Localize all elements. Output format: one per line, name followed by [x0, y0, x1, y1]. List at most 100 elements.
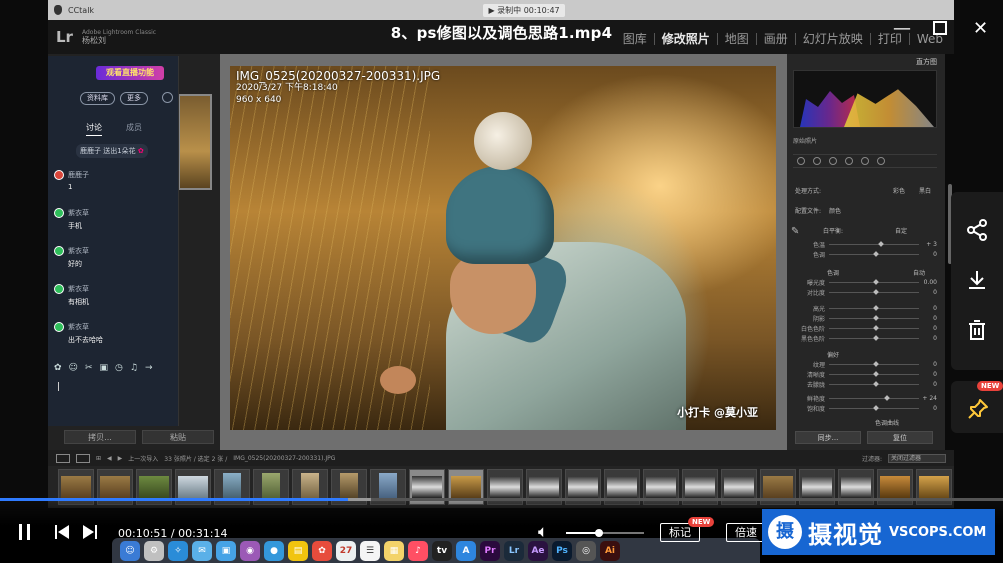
filter-select[interactable]: 关闭过滤器: [888, 453, 946, 463]
app-store-icon[interactable]: A: [456, 540, 476, 561]
slider-track[interactable]: [829, 335, 919, 341]
treatment-color[interactable]: 彩色: [893, 186, 905, 195]
lightroom-icon[interactable]: Lr: [504, 540, 524, 561]
slider-track[interactable]: [829, 289, 919, 295]
slider-value[interactable]: + 24: [919, 395, 937, 402]
slider-highlights[interactable]: 高光 0: [793, 304, 937, 313]
image-icon[interactable]: ▣: [99, 363, 108, 373]
speed-button[interactable]: 倍速: [726, 523, 766, 542]
red-eye-icon[interactable]: [845, 157, 853, 165]
slider-knob[interactable]: [873, 289, 879, 295]
tone-auto-button[interactable]: 自动: [913, 268, 925, 277]
eyedropper-icon[interactable]: ✎: [791, 226, 799, 237]
slider-knob[interactable]: [873, 251, 879, 257]
slider-track[interactable]: [829, 405, 919, 411]
close-icon[interactable]: ✕: [973, 19, 988, 39]
screen-1-icon[interactable]: [56, 453, 70, 463]
slider-temp[interactable]: 色温 + 3: [793, 240, 937, 249]
slider-knob[interactable]: [873, 405, 879, 411]
treatment-bw[interactable]: 黑白: [919, 186, 931, 195]
emoji-icon[interactable]: ☺: [69, 363, 78, 373]
slider-whites[interactable]: 白色色阶 0: [793, 324, 937, 333]
slider-vibrance[interactable]: 鲜艳度 + 24: [793, 394, 937, 403]
finder-icon[interactable]: ☺: [120, 540, 140, 561]
crop-icon[interactable]: [813, 157, 821, 165]
slider-knob[interactable]: [873, 361, 879, 367]
notes-icon[interactable]: ▤: [288, 540, 308, 561]
white-balance-value[interactable]: 自定: [895, 226, 907, 235]
illustrator-icon[interactable]: Ai: [600, 540, 620, 561]
slider-contrast[interactable]: 对比度 0: [793, 288, 937, 297]
slider-shadows[interactable]: 阴影 0: [793, 314, 937, 323]
slider-value[interactable]: 0: [919, 325, 937, 332]
slider-knob[interactable]: [873, 381, 879, 387]
slider-knob[interactable]: [873, 325, 879, 331]
premiere-icon[interactable]: Pr: [480, 540, 500, 561]
pin-icon[interactable]: [966, 397, 990, 421]
app-icon[interactable]: ◎: [576, 540, 596, 561]
slider-dehaze[interactable]: 去朦胧 0: [793, 380, 937, 389]
minimize-icon[interactable]: —: [893, 19, 911, 39]
slider-value[interactable]: 0: [919, 315, 937, 322]
slider-track[interactable]: [829, 325, 919, 331]
slider-value[interactable]: 0.00: [919, 279, 937, 286]
slider-knob[interactable]: [873, 279, 879, 285]
slider-track[interactable]: [829, 241, 919, 247]
tv-icon[interactable]: tv: [432, 540, 452, 561]
radial-icon[interactable]: [877, 157, 885, 165]
grid-view-icon[interactable]: ⊞: [96, 455, 101, 462]
slider-track[interactable]: [829, 371, 919, 377]
back-icon[interactable]: ◀: [107, 455, 112, 462]
grid-icon[interactable]: [797, 157, 805, 165]
photos-icon[interactable]: ✿: [312, 540, 332, 561]
slider-value[interactable]: 0: [919, 381, 937, 388]
tab-discuss[interactable]: 讨论: [86, 122, 102, 136]
slider-track[interactable]: [829, 251, 919, 257]
filmstrip-source[interactable]: 上一次导入: [128, 454, 158, 463]
slider-track[interactable]: [829, 361, 919, 367]
screen-2-icon[interactable]: [76, 453, 90, 463]
slider-value[interactable]: 0: [919, 361, 937, 368]
slider-value[interactable]: 0: [919, 251, 937, 258]
slider-track[interactable]: [829, 315, 919, 321]
safari-icon[interactable]: ✧: [168, 540, 188, 561]
slider-track[interactable]: [829, 305, 919, 311]
tab-members[interactable]: 成员: [126, 122, 142, 136]
more-button[interactable]: 更多: [120, 92, 148, 105]
trash-icon[interactable]: [965, 318, 989, 342]
reminders-icon[interactable]: ☰: [360, 540, 380, 561]
slider-track[interactable]: [829, 279, 919, 285]
library-button[interactable]: 资料库: [80, 92, 115, 105]
next-icon[interactable]: [83, 525, 99, 539]
tone-curve-header[interactable]: 色调曲线: [875, 418, 899, 427]
paste-button[interactable]: 粘贴: [142, 430, 214, 444]
slider-knob[interactable]: [883, 395, 890, 401]
volume-knob[interactable]: [594, 529, 603, 537]
slider-blacks[interactable]: 黑色色阶 0: [793, 334, 937, 343]
after-effects-icon[interactable]: Ae: [528, 540, 548, 561]
slider-texture[interactable]: 纹理 0: [793, 360, 937, 369]
play-pause-icon[interactable]: [18, 524, 32, 540]
sync-button[interactable]: 同步...: [795, 431, 861, 444]
slider-track[interactable]: [829, 381, 919, 387]
messages-icon[interactable]: ●: [264, 540, 284, 561]
photos-app-icon[interactable]: ▣: [216, 540, 236, 561]
slider-clarity[interactable]: 清晰度 0: [793, 370, 937, 379]
clock-icon[interactable]: ◷: [115, 363, 123, 373]
slider-value[interactable]: 0: [919, 289, 937, 296]
slider-value[interactable]: 0: [919, 335, 937, 342]
slider-value[interactable]: + 3: [919, 241, 937, 248]
launchpad-icon[interactable]: ⚙: [144, 540, 164, 561]
stickies-icon[interactable]: ▦: [384, 540, 404, 561]
photoshop-icon[interactable]: Ps: [552, 540, 572, 561]
histogram-title[interactable]: 直方图: [916, 57, 937, 67]
slider-knob[interactable]: [873, 335, 879, 341]
download-icon[interactable]: [965, 268, 989, 292]
scissors-icon[interactable]: ✂: [85, 363, 93, 373]
gradient-icon[interactable]: [861, 157, 869, 165]
photo-preview[interactable]: IMG_0525(20200327-200331).JPG 2020/3/27 …: [230, 66, 776, 430]
reset-button[interactable]: 复位: [867, 431, 933, 444]
slider-saturation[interactable]: 饱和度 0: [793, 404, 937, 413]
slider-value[interactable]: 0: [919, 305, 937, 312]
copy-button[interactable]: 拷贝...: [64, 430, 136, 444]
